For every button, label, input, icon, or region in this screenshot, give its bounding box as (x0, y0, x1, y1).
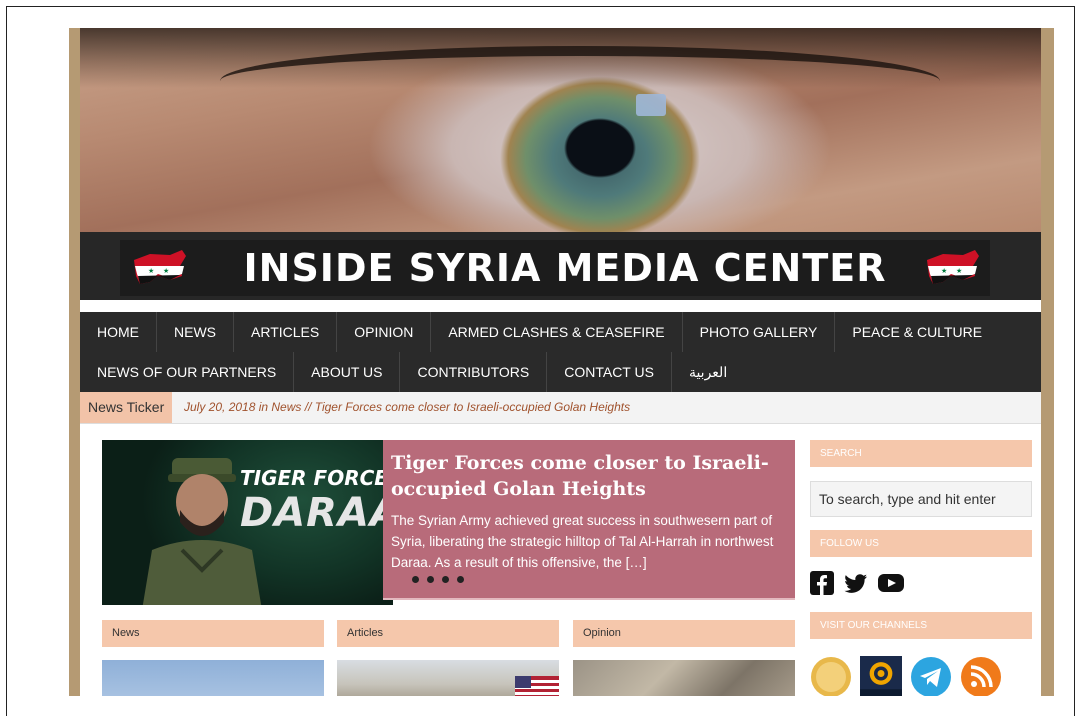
category-header-articles[interactable]: Articles (337, 620, 559, 647)
channel-badge-icon[interactable] (810, 656, 852, 696)
nav-item-arabic[interactable]: العربية (672, 352, 744, 392)
sidebar-channels-heading: VISIT OUR CHANNELS (810, 612, 1032, 639)
nav-item-armed-clashes[interactable]: ARMED CLASHES & CEASEFIRE (431, 312, 683, 352)
featured-image-caption-top: TIGER FORCES (240, 466, 393, 490)
facebook-icon[interactable] (810, 571, 834, 595)
social-links (810, 571, 904, 595)
rss-icon[interactable] (960, 656, 1002, 696)
slider-pagination (412, 576, 464, 583)
slider-dot[interactable] (442, 576, 449, 583)
svg-text:★: ★ (941, 267, 947, 275)
nav-row-2: NEWS OF OUR PARTNERS ABOUT US CONTRIBUTO… (80, 352, 744, 392)
featured-title-link[interactable]: Tiger Forces come closer to Israeli-occu… (391, 450, 789, 502)
nav-item-partners-news[interactable]: NEWS OF OUR PARTNERS (80, 352, 295, 392)
news-ticker-link[interactable]: July 20, 2018 in News // Tiger Forces co… (184, 392, 630, 423)
featured-underline (383, 598, 795, 600)
syria-flag-icon: ★ ★ (134, 250, 186, 284)
channel-links (810, 656, 1002, 696)
svg-text:★: ★ (956, 267, 962, 275)
browser-viewport: ★ ★ INSIDE SYRIA MEDIA CENTER ★ ★ HOME N… (6, 6, 1075, 716)
news360-icon[interactable] (860, 656, 902, 696)
header-eye-image (80, 28, 1041, 232)
nav-item-articles[interactable]: ARTICLES (234, 312, 338, 352)
sidebar-follow-heading: FOLLOW US (810, 530, 1032, 557)
featured-slider: TIGER FORCES DARAA Tiger Forces come clo… (102, 440, 795, 605)
nav-row-1: HOME NEWS ARTICLES OPINION ARMED CLASHES… (80, 312, 999, 352)
us-flag-icon (515, 676, 559, 696)
opinion-thumbnail[interactable] (573, 660, 795, 696)
nav-item-contact-us[interactable]: CONTACT US (547, 352, 672, 392)
nav-item-peace-culture[interactable]: PEACE & CULTURE (835, 312, 999, 352)
featured-caption: Tiger Forces come closer to Israeli-occu… (383, 440, 795, 598)
telegram-icon[interactable] (910, 656, 952, 696)
news-thumbnail[interactable] (102, 660, 324, 696)
site-title[interactable]: INSIDE SYRIA MEDIA CENTER (225, 240, 905, 296)
news-ticker-label: News Ticker (80, 392, 173, 423)
sidebar-search-heading: SEARCH (810, 440, 1032, 467)
main-navigation: HOME NEWS ARTICLES OPINION ARMED CLASHES… (80, 312, 1041, 392)
slider-dot[interactable] (427, 576, 434, 583)
featured-image[interactable]: TIGER FORCES DARAA (102, 440, 393, 605)
svg-text:★: ★ (148, 267, 154, 275)
syria-flag-icon: ★ ★ (927, 250, 979, 284)
slider-dot[interactable] (412, 576, 419, 583)
featured-excerpt: The Syrian Army achieved great success i… (391, 513, 774, 570)
nav-item-home[interactable]: HOME (80, 312, 157, 352)
search-input[interactable] (810, 481, 1032, 517)
site-banner[interactable]: ★ ★ INSIDE SYRIA MEDIA CENTER ★ ★ (80, 232, 1041, 300)
nav-item-photo-gallery[interactable]: PHOTO GALLERY (683, 312, 836, 352)
slider-dot[interactable] (457, 576, 464, 583)
news-ticker: News Ticker July 20, 2018 in News // Tig… (80, 392, 1041, 424)
nav-item-contributors[interactable]: CONTRIBUTORS (400, 352, 548, 392)
nav-item-about-us[interactable]: ABOUT US (294, 352, 401, 392)
category-header-opinion[interactable]: Opinion (573, 620, 795, 647)
featured-image-caption-bottom: DARAA (240, 490, 393, 536)
category-header-news[interactable]: News (102, 620, 324, 647)
page-container: ★ ★ INSIDE SYRIA MEDIA CENTER ★ ★ HOME N… (80, 28, 1041, 696)
nav-item-news[interactable]: NEWS (157, 312, 234, 352)
youtube-icon[interactable] (878, 571, 904, 595)
pupil-highlight (636, 94, 666, 116)
nav-item-opinion[interactable]: OPINION (337, 312, 432, 352)
eyelid-line (220, 46, 940, 116)
svg-text:★: ★ (163, 267, 169, 275)
articles-thumbnail[interactable] (337, 660, 559, 696)
twitter-icon[interactable] (844, 571, 868, 595)
header-divider (80, 300, 1041, 308)
